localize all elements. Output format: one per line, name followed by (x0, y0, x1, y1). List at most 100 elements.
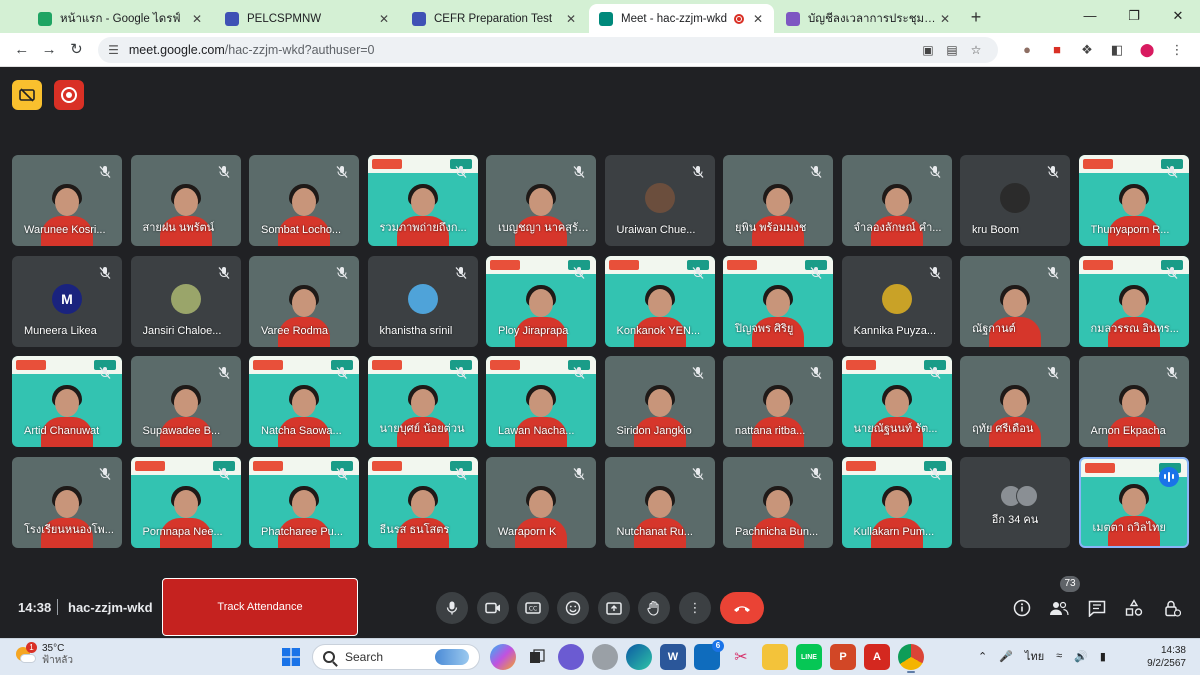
forward-icon[interactable]: → (35, 36, 62, 64)
address-bar[interactable]: ☰ meet.google.com/hac-zzjm-wkd?authuser=… (98, 36, 998, 63)
participant-tile[interactable]: Uraiwan Chue... (604, 155, 715, 246)
participant-tile[interactable]: ยุพิน พร้อมมงช (723, 155, 833, 246)
bookmark-star-icon[interactable]: ☆ (964, 43, 988, 57)
participant-tile[interactable]: Arnon Ekpacha (1078, 356, 1189, 447)
mail-icon[interactable]: 6 (694, 640, 724, 670)
participant-tile[interactable]: Thunyaporn R... (1078, 155, 1189, 246)
app-icon[interactable] (592, 644, 618, 670)
meeting-details-icon[interactable] (1010, 597, 1034, 619)
participant-tile[interactable]: Artid Chanuwat (12, 356, 122, 447)
taskbar-search-box[interactable]: Search (312, 644, 480, 670)
close-tab-icon[interactable]: ✕ (189, 11, 205, 27)
task-view-icon[interactable] (524, 644, 550, 670)
browser-tab[interactable]: บัญชีลงเวลาการประชุมสอบ CEFR ปี✕ (776, 4, 961, 33)
participant-tile[interactable]: ฤทัย ศรีเดือน (960, 356, 1070, 447)
self-view-tile[interactable]: เมตตา ถวิลไทย (1078, 456, 1189, 548)
close-tab-icon[interactable]: ✕ (937, 11, 953, 27)
participant-tile[interactable]: Jansiri Chaloe... (130, 255, 241, 347)
track-attendance-button[interactable]: Track Attendance (162, 578, 358, 636)
puzzle-icon[interactable]: ❖ (1072, 42, 1102, 58)
snipping-tool-icon[interactable]: ✂ (728, 644, 754, 670)
edge-icon[interactable] (626, 644, 652, 670)
present-screen-icon[interactable] (598, 592, 630, 624)
leave-call-icon[interactable] (720, 592, 764, 624)
participant-tile[interactable]: Varee Rodma (249, 255, 359, 347)
participant-tile[interactable]: nattana ritba... (723, 356, 833, 447)
people-icon[interactable] (1047, 597, 1071, 619)
participant-tile[interactable]: Ploy Jiraprapa (486, 255, 596, 347)
participant-tile[interactable]: Konkanok YEN... (604, 255, 715, 347)
participant-tile[interactable]: Nutchanat Ru... (604, 456, 715, 548)
line-icon[interactable]: LINE (796, 644, 822, 670)
participant-tile[interactable]: ปิญจพร ศิริยู (723, 255, 833, 347)
microphone-tray-icon[interactable]: 🎤 (999, 650, 1013, 663)
restore-icon[interactable]: ❐ (1112, 0, 1156, 33)
close-tab-icon[interactable]: ✕ (563, 11, 579, 27)
chrome-icon[interactable] (898, 644, 924, 673)
start-menu-icon[interactable] (278, 644, 304, 670)
participant-tile[interactable]: khanistha srinil (367, 255, 478, 347)
chat-icon[interactable] (1085, 597, 1109, 619)
participant-tile[interactable]: กมลวรรณ อินทร... (1078, 255, 1189, 347)
minimize-icon[interactable]: — (1068, 0, 1112, 33)
wifi-icon[interactable]: ≈ (1056, 650, 1062, 662)
participant-tile[interactable]: Kannika Puyza... (841, 255, 952, 347)
copilot-icon[interactable] (490, 644, 516, 670)
browser-tab[interactable]: PELCSPMNW ✕ (215, 4, 400, 33)
chat-app-icon[interactable] (558, 644, 584, 670)
close-window-icon[interactable]: ✕ (1156, 0, 1200, 33)
menu-dots-icon[interactable]: ⋮ (1162, 42, 1192, 58)
activities-icon[interactable] (1122, 597, 1146, 619)
captions-icon[interactable]: CC (517, 592, 549, 624)
battery-icon[interactable]: ▮ (1100, 650, 1106, 663)
acrobat-icon[interactable]: A (864, 644, 890, 670)
site-info-icon[interactable]: ☰ (108, 43, 119, 57)
chevron-up-icon[interactable]: ⌃ (978, 650, 987, 663)
participant-tile[interactable]: Waraporn K (486, 456, 596, 548)
participant-tile[interactable]: ธีนรส ธนโสตร (367, 456, 478, 548)
profile-avatar[interactable]: ⬤ (1132, 42, 1162, 58)
more-participants-tile[interactable]: อีก 34 คน (960, 456, 1070, 548)
participant-tile[interactable]: Sombat Locho... (249, 155, 359, 246)
participant-tile[interactable]: Kullakarn Pum... (841, 456, 952, 548)
participant-tile[interactable]: Siridon Jangkio (604, 356, 715, 447)
extension-icon[interactable]: ● (1012, 42, 1042, 58)
microphone-icon[interactable] (436, 592, 468, 624)
participant-tile[interactable]: M Muneera Likea (12, 255, 122, 347)
taskbar-clock[interactable]: 14:38 9/2/2567 (1147, 644, 1186, 670)
file-explorer-icon[interactable] (762, 644, 788, 670)
side-panel-icon[interactable]: ◧ (1102, 42, 1132, 58)
reload-icon[interactable]: ↻ (63, 36, 90, 64)
input-language[interactable]: ไทย (1025, 647, 1044, 665)
more-options-icon[interactable]: ⋮ (679, 592, 711, 624)
weather-widget[interactable]: 1 35°C ฟ้าหลัว (14, 642, 73, 667)
recording-indicator-icon[interactable] (54, 80, 84, 110)
participant-tile[interactable]: นายบุศย์ น้อยต่วน (367, 356, 478, 447)
participant-tile[interactable]: Phatcharee Pu... (249, 456, 359, 548)
raise-hand-icon[interactable] (638, 592, 670, 624)
participant-tile[interactable]: รวมภาพถ่ายถึงก... (367, 155, 478, 246)
translate-icon[interactable]: ▤ (940, 43, 964, 57)
participant-tile[interactable]: kru Boom (960, 155, 1070, 246)
participant-tile[interactable]: จำลองลักษณ์ คำ... (841, 155, 952, 246)
camera-permission-icon[interactable]: ▣ (916, 43, 940, 57)
participant-tile[interactable]: นายณัฐนนท์ รัต... (841, 356, 952, 447)
close-tab-icon[interactable]: ✕ (376, 11, 392, 27)
word-icon[interactable]: W (660, 644, 686, 670)
powerpoint-icon[interactable]: P (830, 644, 856, 670)
participant-tile[interactable]: Natcha Saowa... (249, 356, 359, 447)
camera-icon[interactable] (477, 592, 509, 624)
participant-tile[interactable]: สายฝน นพรัตน์ (130, 155, 241, 246)
participant-tile[interactable]: Lawan Nacha... (486, 356, 596, 447)
browser-tab[interactable]: CEFR Preparation Test ✕ (402, 4, 587, 33)
close-tab-icon[interactable]: ✕ (750, 11, 766, 27)
participant-tile[interactable]: โรงเรียนหนองโพ... (12, 456, 122, 548)
participant-tile[interactable]: ณัฐกานต์ (960, 255, 1070, 347)
back-icon[interactable]: ← (8, 36, 35, 64)
new-tab-button[interactable]: + (963, 5, 989, 31)
participant-tile[interactable]: Warunee Kosri... (12, 155, 122, 246)
browser-tab[interactable]: Meet - hac-zzjm-wkd ✕ (589, 4, 774, 33)
extension-icon[interactable]: ■ (1042, 42, 1072, 58)
participant-tile[interactable]: Supawadee B... (130, 356, 241, 447)
participant-tile[interactable]: Pornnapa Nee... (130, 456, 241, 548)
